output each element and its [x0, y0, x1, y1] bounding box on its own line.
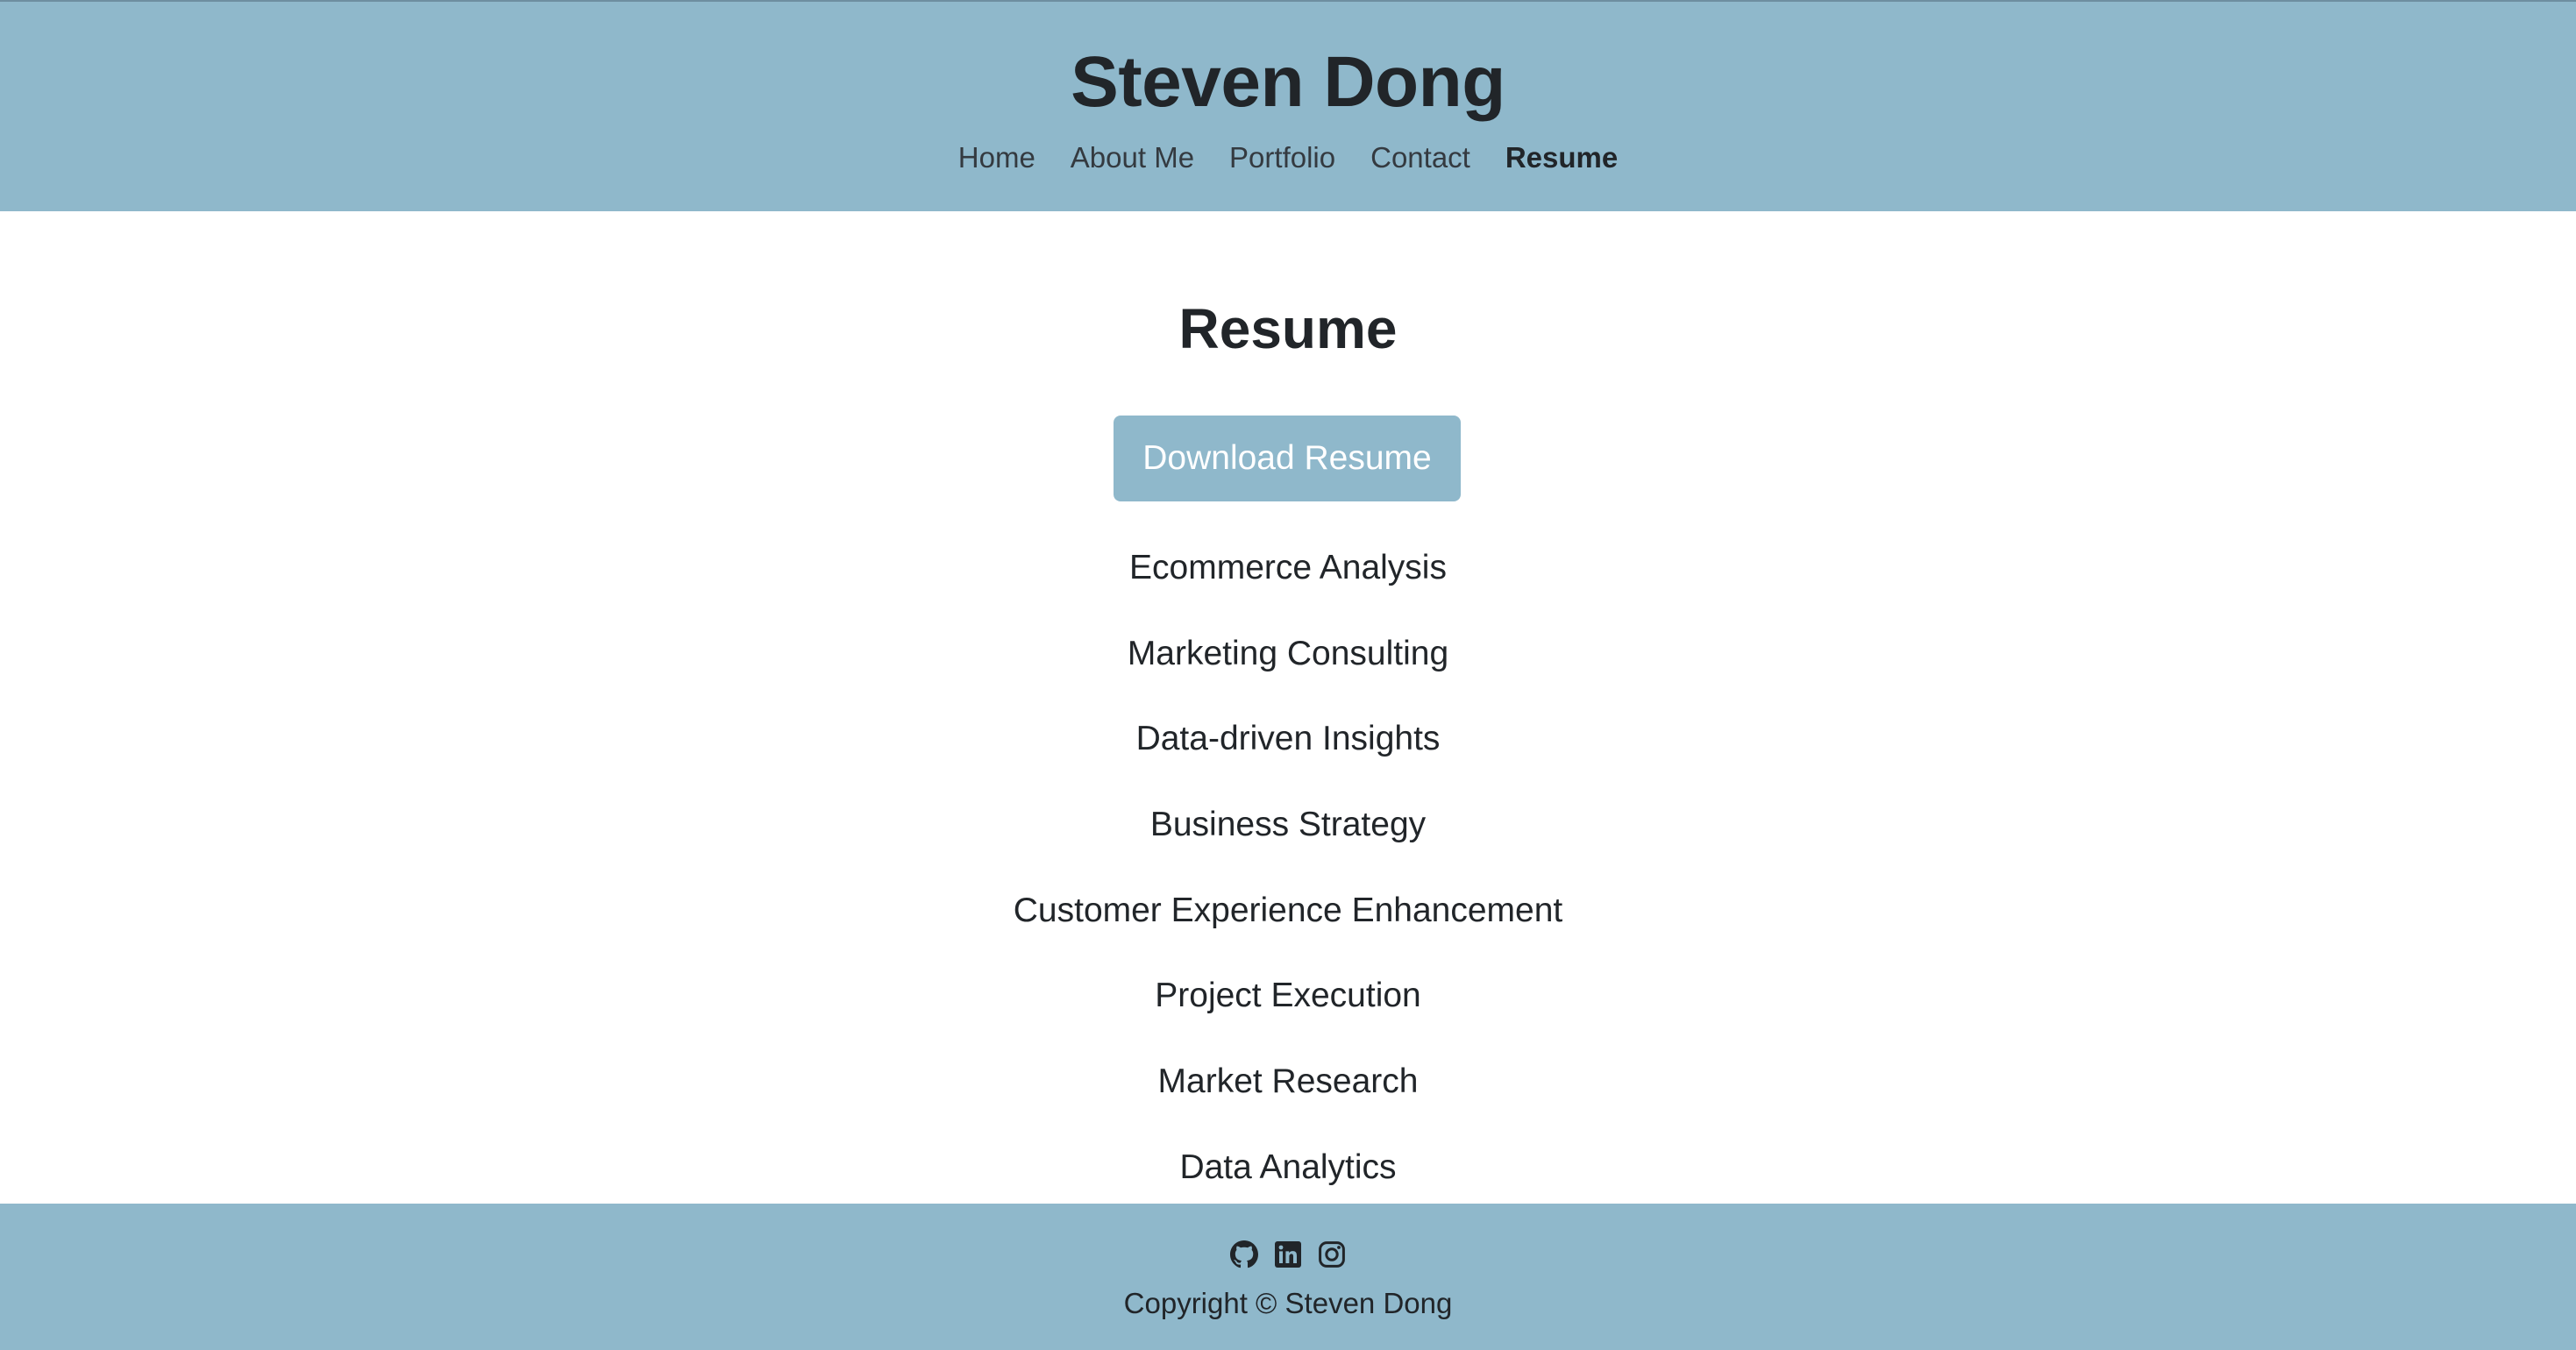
instagram-icon[interactable]: [1318, 1240, 1346, 1268]
skill-item: Customer Experience Enhancement: [1013, 891, 1563, 929]
section-title: Resume: [1178, 297, 1398, 360]
main-nav: Home About Me Portfolio Contact Resume: [0, 137, 2576, 179]
nav-about-me-link[interactable]: About Me: [1071, 137, 1194, 179]
skill-item: Business Strategy: [1149, 806, 1427, 844]
site-title: Steven Dong: [1071, 42, 1505, 122]
nav-contact-link[interactable]: Contact: [1370, 137, 1470, 179]
page: Steven Dong Home About Me Portfolio Cont…: [0, 0, 2576, 1350]
skill-item: Data-driven Insights: [1135, 720, 1441, 758]
social-links: [0, 1240, 2576, 1268]
linkedin-icon[interactable]: [1274, 1240, 1302, 1268]
download-resume-button[interactable]: Download Resume: [1114, 416, 1461, 501]
skill-item: Marketing Consulting: [1127, 634, 1449, 672]
nav-portfolio-link[interactable]: Portfolio: [1229, 137, 1335, 179]
skill-item: Project Execution: [1155, 977, 1421, 1015]
skill-item: Ecommerce Analysis: [1129, 549, 1447, 586]
resume-section: Resume Download Resume Ecommerce Analysi…: [0, 211, 2576, 1204]
skill-item: Market Research: [1157, 1062, 1419, 1101]
nav-resume-link[interactable]: Resume: [1505, 137, 1618, 179]
skills-list: Ecommerce Analysis Marketing Consulting …: [0, 525, 2576, 1211]
site-header: Steven Dong Home About Me Portfolio Cont…: [0, 0, 2576, 211]
copyright-text: Copyright © Steven Dong: [1123, 1287, 1453, 1319]
github-icon[interactable]: [1230, 1240, 1258, 1268]
skill-item: Data Analytics: [1179, 1148, 1397, 1186]
site-footer: Copyright © Steven Dong: [0, 1204, 2576, 1350]
nav-home-link[interactable]: Home: [958, 137, 1035, 179]
